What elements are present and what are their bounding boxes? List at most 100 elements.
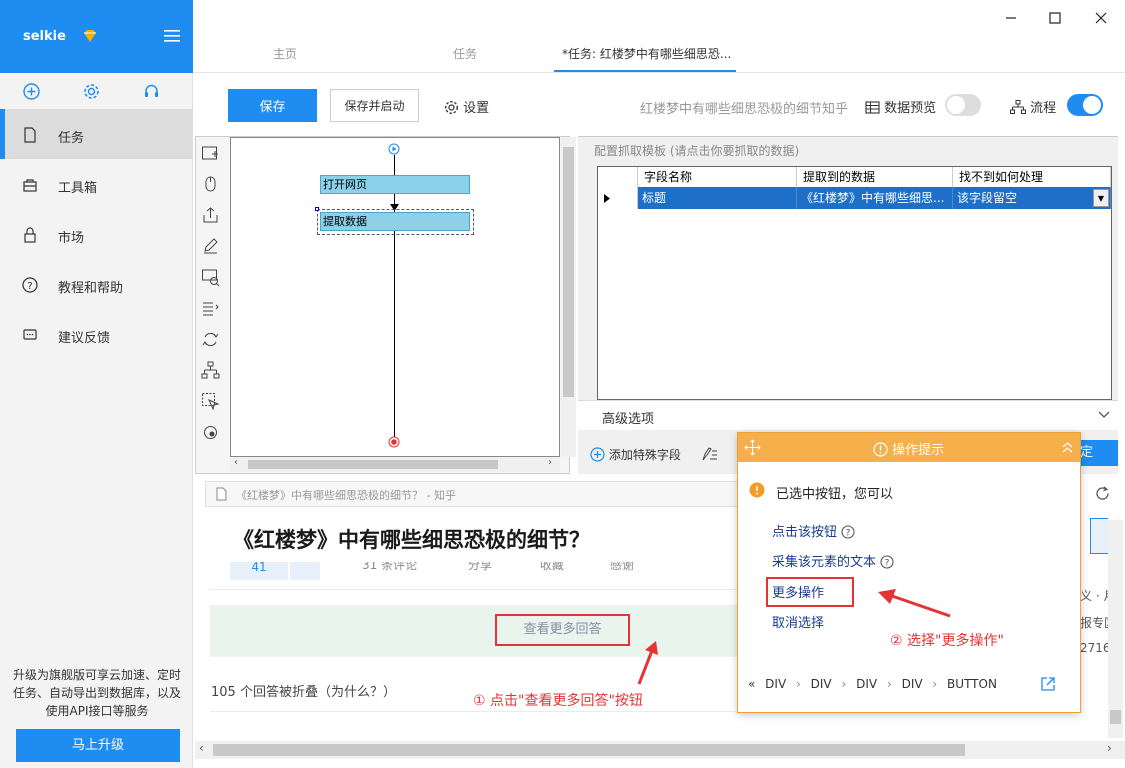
scroll-right-icon[interactable]: ›: [1107, 741, 1112, 755]
collect-text-label: 采集该元素的文本: [772, 555, 877, 570]
save-button[interactable]: 保存: [228, 89, 317, 122]
sidebar-item-market[interactable]: 市场: [0, 209, 193, 259]
maximize-icon[interactable]: [1048, 11, 1062, 25]
move-icon[interactable]: [744, 439, 761, 456]
browser-vertical-scrollbar[interactable]: [1108, 520, 1123, 738]
help-icon[interactable]: ?: [880, 555, 894, 569]
side-action-button[interactable]: [1090, 518, 1108, 554]
downvote-button[interactable]: [290, 562, 320, 580]
svg-text:?: ?: [846, 529, 851, 539]
comments-link[interactable]: 31 条评论: [362, 562, 417, 573]
save-and-start-button[interactable]: 保存并启动: [330, 89, 419, 122]
sidebar-item-toolbox[interactable]: 工具箱: [0, 159, 193, 209]
open-external-icon[interactable]: [1040, 676, 1056, 692]
close-icon[interactable]: [1094, 11, 1108, 25]
path-item[interactable]: DIV: [765, 677, 786, 691]
side-text-3: 2716: [1080, 641, 1111, 655]
scroll-right-icon[interactable]: ›: [548, 457, 552, 468]
scrollbar-thumb[interactable]: [213, 744, 965, 756]
add-step-icon[interactable]: [201, 144, 220, 163]
chevron-down-icon[interactable]: ▼: [1093, 189, 1109, 207]
favorite-link[interactable]: 收藏: [540, 562, 564, 573]
flow-node-open-page[interactable]: 打开网页: [320, 175, 470, 194]
collect-text-option[interactable]: 采集该元素的文本 ?: [772, 551, 894, 570]
mouse-click-icon[interactable]: [201, 175, 220, 194]
settings-button[interactable]: 设置: [444, 97, 489, 116]
gear-icon[interactable]: [83, 83, 100, 100]
tab-current-task[interactable]: *任务: 红楼梦中有哪些细思恐...: [562, 45, 731, 62]
path-item[interactable]: DIV: [902, 677, 923, 691]
grid-row-selector[interactable]: [598, 187, 638, 209]
export-icon[interactable]: [201, 206, 220, 225]
divider: [210, 711, 740, 712]
edit-field-icon[interactable]: [702, 446, 718, 461]
click-button-option[interactable]: 点击该按钮 ?: [772, 521, 855, 540]
workflow-canvas[interactable]: 打开网页 提取数据: [230, 137, 560, 457]
scroll-left-icon[interactable]: ‹: [199, 741, 204, 755]
selection-handle[interactable]: [315, 207, 319, 211]
path-item[interactable]: DIV: [811, 677, 832, 691]
grid-cell-extracted-data[interactable]: 《红楼梦》中有哪些细思...: [797, 187, 953, 209]
help-icon[interactable]: ?: [841, 525, 855, 539]
annotation-arrow-2: [878, 589, 951, 618]
cancel-selection-option[interactable]: 取消选择: [772, 612, 824, 631]
end-loop-icon[interactable]: [201, 423, 220, 442]
upvote-button[interactable]: 41: [230, 562, 288, 580]
element-path-breadcrumb: « DIV › DIV › DIV › DIV › BUTTON: [748, 677, 997, 691]
data-preview-toggle[interactable]: [945, 94, 981, 116]
popup-header[interactable]: 操作提示: [738, 433, 1080, 462]
path-item[interactable]: DIV: [856, 677, 877, 691]
grid-cell-handling-select[interactable]: 该字段留空 ▼: [953, 187, 1111, 209]
chevron-down-icon[interactable]: [1098, 411, 1110, 419]
more-actions-option[interactable]: 更多操作: [772, 582, 824, 601]
flow-node-extract-data[interactable]: 提取数据: [320, 212, 470, 231]
collapse-icon[interactable]: [1062, 441, 1073, 453]
view-more-answers-button[interactable]: 查看更多回答: [495, 614, 630, 646]
canvas-horizontal-scrollbar[interactable]: ‹ ›: [230, 457, 560, 472]
document-icon: [24, 127, 36, 143]
flowchart-icon: [1010, 100, 1026, 114]
folded-answers-link[interactable]: 105 个回答被折叠（为什么？）: [211, 681, 396, 700]
selected-status: 已选中按钮，您可以: [776, 487, 894, 502]
flow-end-icon: [388, 436, 400, 448]
scroll-left-icon[interactable]: ‹: [234, 457, 238, 468]
hamburger-menu-icon[interactable]: [164, 30, 180, 42]
share-link[interactable]: 分享: [468, 562, 492, 573]
advanced-options-bar[interactable]: 高级选项: [578, 400, 1118, 430]
scrollbar-thumb[interactable]: [1110, 710, 1121, 724]
scrollbar-thumb[interactable]: [563, 147, 574, 397]
path-item[interactable]: BUTTON: [947, 677, 997, 691]
switch-icon[interactable]: [201, 299, 220, 318]
help-icon: ?: [22, 277, 38, 293]
sidebar-item-tasks[interactable]: 任务: [0, 109, 193, 159]
tab-tasks[interactable]: 任务: [453, 45, 477, 62]
add-circle-icon: [590, 447, 605, 462]
edit-icon[interactable]: [201, 237, 220, 256]
grid-cell-field-name[interactable]: 标题: [638, 187, 797, 209]
refresh-icon[interactable]: [1095, 486, 1110, 501]
upgrade-button[interactable]: 马上升级: [16, 729, 180, 762]
thanks-link[interactable]: 感谢: [610, 562, 634, 573]
confirm-button-partial[interactable]: 定: [1076, 440, 1118, 466]
path-back-icon[interactable]: «: [748, 677, 755, 691]
captcha-icon[interactable]: [201, 268, 220, 287]
flow-connector: [394, 155, 395, 440]
browser-horizontal-scrollbar[interactable]: ‹ ›: [195, 741, 1125, 759]
annotation-step-1: ① 点击"查看更多回答"按钮: [473, 693, 643, 709]
add-special-field-button[interactable]: 添加特殊字段: [590, 446, 681, 463]
tab-home[interactable]: 主页: [273, 45, 297, 62]
sidebar-item-feedback[interactable]: 建议反馈: [0, 309, 193, 359]
canvas-vertical-scrollbar[interactable]: [561, 137, 576, 457]
add-circle-icon[interactable]: [23, 83, 40, 100]
address-bar[interactable]: 《红楼梦》中有哪些细思恐极的细节？ - 知乎: [205, 481, 750, 507]
headset-icon[interactable]: [143, 83, 160, 100]
select-element-icon[interactable]: [201, 392, 220, 411]
loop-icon[interactable]: [201, 330, 220, 349]
feedback-icon: [23, 329, 37, 340]
minimize-icon[interactable]: [1004, 11, 1018, 25]
sidebar-item-help[interactable]: ? 教程和帮助: [0, 259, 193, 309]
branch-icon[interactable]: [201, 361, 220, 380]
scrollbar-thumb[interactable]: [248, 460, 498, 469]
add-special-field-label: 添加特殊字段: [608, 448, 681, 462]
flow-toggle[interactable]: [1067, 94, 1103, 116]
